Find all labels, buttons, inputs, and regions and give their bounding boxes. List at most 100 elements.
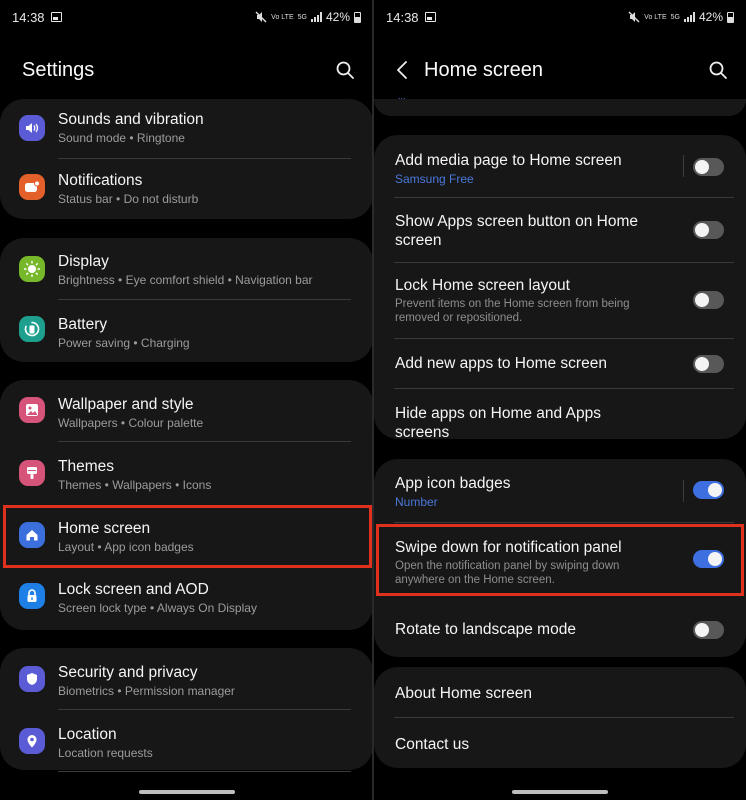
item-title: Display <box>58 253 109 270</box>
item-subtitle: Wallpapers • Colour palette <box>58 416 204 430</box>
battery-percent: 42% <box>325 10 350 24</box>
item-subtitle: Samsung Free <box>395 172 474 186</box>
wallpaper-icon <box>19 397 45 423</box>
lock-icon <box>19 583 45 609</box>
chevron-left-icon <box>397 61 407 79</box>
item-subtitle: Status bar • Do not disturb <box>58 192 199 206</box>
settings-item-lock-screen[interactable]: Lock screen and AOD Screen lock type • A… <box>0 567 373 630</box>
setting-app-icon-badges[interactable]: App icon badges Number <box>374 459 746 523</box>
item-description: Prevent items on the Home screen from be… <box>395 298 630 324</box>
setting-lock-home-layout[interactable]: Lock Home screen layout Prevent items on… <box>374 263 746 339</box>
toggle-rotate-landscape[interactable] <box>693 621 724 639</box>
home-screen-settings-panel: 14:38 Vo LTE 5G 42% Home screen ... Add … <box>374 0 746 800</box>
location-pin-icon <box>19 728 45 754</box>
gallery-notification-icon <box>50 12 62 22</box>
toggle-app-icon-badges[interactable] <box>693 481 724 499</box>
app-bar: Settings <box>0 50 373 90</box>
home-settings-group-2: App icon badges Number Swipe down for no… <box>374 459 746 657</box>
gallery-notification-icon <box>424 12 436 22</box>
item-subtitle: Location requests <box>58 746 153 760</box>
home-indicator[interactable] <box>512 790 608 794</box>
toggle-lock-home-layout[interactable] <box>693 291 724 309</box>
item-title: Rotate to landscape mode <box>395 621 576 638</box>
settings-group-2: Display Brightness • Eye comfort shield … <box>0 238 373 362</box>
page-title: Settings <box>22 58 95 81</box>
toggle-add-new-apps[interactable] <box>693 355 724 373</box>
item-title: Add media page to Home screen <box>395 152 622 169</box>
setting-hide-apps[interactable]: Hide apps on Home and Apps screens <box>374 389 746 441</box>
clock: 14:38 <box>386 9 419 25</box>
mute-icon <box>255 11 267 23</box>
item-subtitle: Number <box>395 495 438 509</box>
home-indicator[interactable] <box>138 790 235 794</box>
home-settings-group-1: Add media page to Home screen Samsung Fr… <box>374 135 746 441</box>
battery-percent: 42% <box>698 10 723 24</box>
item-title: Lock screen and AOD <box>58 581 209 598</box>
setting-rotate-landscape[interactable]: Rotate to landscape mode <box>374 608 746 657</box>
item-title: Lock Home screen layout <box>395 277 570 294</box>
search-icon[interactable] <box>708 60 728 80</box>
item-title: Wallpaper and style <box>58 396 194 413</box>
item-title: Location <box>58 726 117 743</box>
item-title: Contact us <box>395 736 470 753</box>
settings-item-wallpaper[interactable]: Wallpaper and style Wallpapers • Colour … <box>0 380 373 442</box>
item-subtitle: Layout • App icon badges <box>58 540 194 554</box>
signal-icon <box>683 12 695 22</box>
vertical-divider <box>683 155 684 177</box>
settings-item-notifications[interactable]: Notifications Status bar • Do not distur… <box>0 159 373 219</box>
item-title: Sounds and vibration <box>58 111 204 128</box>
item-title: Battery <box>58 316 108 333</box>
battery-status-icon <box>354 11 361 23</box>
settings-item-location[interactable]: Location Location requests <box>0 710 373 772</box>
speaker-icon <box>19 115 45 141</box>
item-subtitle: Screen lock type • Always On Display <box>58 601 257 615</box>
toggle-add-media-page[interactable] <box>693 158 724 176</box>
settings-item-battery[interactable]: Battery Power saving • Charging <box>0 300 373 362</box>
settings-item-display[interactable]: Display Brightness • Eye comfort shield … <box>0 238 373 300</box>
signal-icon <box>310 12 322 22</box>
item-title: App icon badges <box>395 475 511 492</box>
item-title: Home screen <box>58 520 151 537</box>
item-title: Notifications <box>58 172 143 189</box>
search-icon[interactable] <box>335 60 355 80</box>
app-bar: Home screen <box>374 50 746 90</box>
partial-card: ... <box>374 91 746 116</box>
settings-panel: 14:38 Vo LTE 5G 42% Settings Sounds and … <box>0 0 373 800</box>
page-title: Home screen <box>424 58 543 81</box>
settings-group-1: Sounds and vibration Sound mode • Ringto… <box>0 99 373 219</box>
mute-icon <box>628 11 640 23</box>
setting-add-media-page[interactable]: Add media page to Home screen Samsung Fr… <box>374 135 746 198</box>
clock: 14:38 <box>12 9 45 25</box>
status-bar: 14:38 Vo LTE 5G 42% <box>374 0 746 34</box>
item-title: About Home screen <box>395 685 532 702</box>
link-contact-us[interactable]: Contact us <box>374 718 746 768</box>
toggle-swipe-down-notification[interactable] <box>693 550 724 568</box>
item-subtitle: Themes • Wallpapers • Icons <box>58 478 212 492</box>
setting-add-new-apps[interactable]: Add new apps to Home screen <box>374 339 746 389</box>
volte-icon: Vo LTE <box>644 13 667 21</box>
vertical-divider <box>683 480 684 502</box>
status-bar: 14:38 Vo LTE 5G 42% <box>0 0 373 34</box>
item-title: Add new apps to Home screen <box>395 355 607 372</box>
settings-item-security[interactable]: Security and privacy Biometrics • Permis… <box>0 648 373 710</box>
settings-group-3: Wallpaper and style Wallpapers • Colour … <box>0 380 373 630</box>
home-icon <box>19 522 45 548</box>
battery-icon <box>19 316 45 342</box>
battery-status-icon <box>727 11 734 23</box>
item-subtitle: Sound mode • Ringtone <box>58 131 185 145</box>
themes-brush-icon <box>19 460 45 486</box>
item-subtitle: Biometrics • Permission manager <box>58 684 235 698</box>
item-title: Security and privacy <box>58 664 198 681</box>
network-5g-icon: 5G <box>297 13 307 21</box>
settings-item-home-screen[interactable]: Home screen Layout • App icon badges <box>0 505 373 567</box>
settings-item-sounds[interactable]: Sounds and vibration Sound mode • Ringto… <box>0 99 373 159</box>
shield-icon <box>19 666 45 692</box>
home-settings-group-3: About Home screen Contact us <box>374 667 746 768</box>
toggle-show-apps-button[interactable] <box>693 221 724 239</box>
back-button[interactable] <box>396 58 414 82</box>
network-5g-icon: 5G <box>670 13 680 21</box>
setting-swipe-down-notification[interactable]: Swipe down for notification panel Open t… <box>374 523 746 608</box>
settings-item-themes[interactable]: Themes Themes • Wallpapers • Icons <box>0 442 373 505</box>
link-about-home-screen[interactable]: About Home screen <box>374 667 746 718</box>
setting-show-apps-button[interactable]: Show Apps screen button on Home screen <box>374 198 746 263</box>
